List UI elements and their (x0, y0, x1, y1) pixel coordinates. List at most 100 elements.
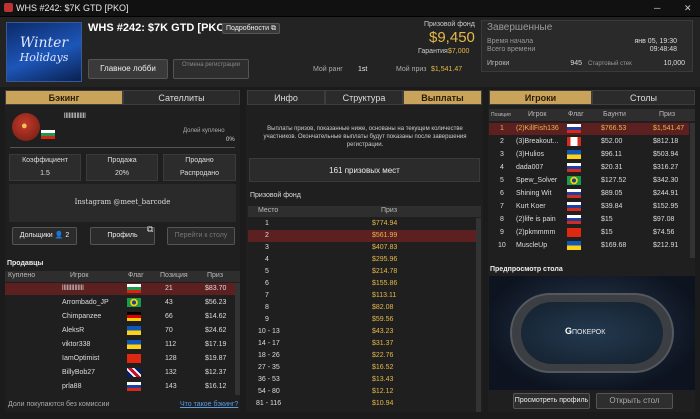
column-header[interactable]: Игрок (70, 272, 88, 279)
column-header[interactable]: Баунти (603, 111, 626, 118)
column-header[interactable]: Флаг (568, 111, 584, 118)
column-header[interactable]: Игрок (528, 111, 546, 118)
position-cell: 70 (165, 327, 173, 334)
table-row[interactable]: 8 (2)life is pain $15 $97.08 (489, 214, 689, 226)
column-header[interactable]: Место (258, 207, 278, 214)
table-row[interactable]: Chimpanzee 66 $14.62 (5, 311, 235, 323)
stat-label: Продано (185, 157, 214, 164)
details-label: Подробности (226, 25, 270, 32)
table-row[interactable]: 6 Shining Wit $89.05 $244.91 (489, 188, 689, 200)
player-cell: (2)KillFish136 (516, 125, 559, 132)
tab-backing[interactable]: Бэкинг (5, 90, 123, 105)
table-row[interactable]: 9 (2)pkmmmm $15 $74.56 (489, 227, 689, 239)
sellers-header (5, 271, 240, 282)
status-state: Завершенные (487, 22, 553, 33)
payout-cell: $31.37 (372, 340, 394, 347)
prize-cell: $19.87 (205, 355, 227, 362)
table-row[interactable]: prla88 143 $16.12 (5, 381, 235, 393)
table-row[interactable]: 3 (3)Hulios $96.11 $503.94 (489, 149, 689, 161)
gg-logo-icon: G (565, 326, 573, 336)
table-row[interactable]: llllllllllllll 21 $83.70 (5, 283, 235, 295)
place-cell: 6 (265, 280, 269, 287)
player-cell: (3)Breakout... (516, 138, 559, 145)
position-cell: 132 (165, 369, 177, 376)
players-value: 945 (570, 60, 582, 67)
tab-tables[interactable]: Столы (592, 90, 695, 105)
scrollbar[interactable] (235, 283, 240, 395)
flag-icon (127, 368, 141, 377)
flag-icon (567, 137, 581, 146)
view-profile-button[interactable]: Просмотреть профиль (513, 393, 590, 409)
table-row[interactable]: 1 (2)KillFish136 $766.53 $1,541.47 (489, 123, 689, 135)
goto-table-button[interactable]: Перейти к столу (167, 227, 235, 245)
table-row[interactable]: AleksR 70 $24.62 (5, 325, 235, 337)
bought-value: 0% (226, 137, 235, 143)
bounty-cell: $89.05 (601, 190, 623, 197)
table-row[interactable]: viktor338 112 $17.19 (5, 339, 235, 351)
backing-note: Instagram @meet_barcode (74, 198, 171, 206)
column-header[interactable]: Позиция (160, 272, 188, 279)
table-row: 54 - 80 $12.12 (248, 386, 476, 398)
place-cell: 9 (265, 316, 269, 323)
scrollbar[interactable] (476, 218, 481, 412)
payout-cell: $113.11 (372, 292, 397, 299)
table-row[interactable]: 10 MuscleUp $169.68 $212.91 (489, 240, 689, 252)
scrollbar[interactable] (690, 123, 695, 258)
profile-button[interactable]: Профиль (90, 227, 155, 245)
flag-icon (127, 312, 141, 321)
table-row[interactable]: Arrombado_JP 43 $56.23 (5, 297, 235, 309)
tournament-name: WHS #242: $7K GTD [PKO] (88, 22, 229, 34)
column-header[interactable]: Приз (381, 207, 397, 214)
table-row: 18 - 26 $22.76 (248, 350, 476, 362)
table-row: 4 $295.96 (248, 254, 476, 266)
table-row[interactable]: IamOptimist 128 $19.87 (5, 353, 235, 365)
my-rank-label: Мой ранг (313, 66, 343, 73)
table-row[interactable]: 4 dada007 $20.31 $316.27 (489, 162, 689, 174)
table-row[interactable]: 7 Kurt Koer $39.84 $152.95 (489, 201, 689, 213)
table-row[interactable]: 2 (3)Breakout... $52.00 $812.18 (489, 136, 689, 148)
table-row: 1 $774.94 (248, 218, 476, 230)
tab-payouts[interactable]: Выплаты (403, 90, 482, 105)
stat-label: Коэффициент (22, 157, 68, 164)
flag-icon (567, 228, 581, 237)
table-row: 81 - 116 $10.94 (248, 398, 476, 410)
column-header[interactable]: Флаг (128, 272, 144, 279)
table-row: 2 $561.99 (248, 230, 476, 242)
column-header[interactable]: Позиция (491, 112, 511, 118)
flag-icon (567, 241, 581, 250)
payout-cell: $407.83 (372, 244, 398, 251)
player-cell: (2)life is pain (516, 216, 556, 223)
flag-icon (127, 382, 141, 391)
tab-info[interactable]: Инфо (247, 90, 325, 105)
table-row[interactable]: 5 Spew_Solver $127.52 $342.30 (489, 175, 689, 187)
elapsed-label: Всего времени (487, 46, 536, 53)
cancel-registration-button[interactable]: Отмена регистрации (173, 59, 249, 79)
open-table-button[interactable]: Открыть стол (596, 393, 673, 409)
main-lobby-button[interactable]: Главное лобби (88, 59, 168, 79)
column-header[interactable]: Приз (207, 272, 223, 279)
shareholders-button[interactable]: Дольщики 👤 2 (12, 227, 77, 245)
table-row: 6 $155.86 (248, 278, 476, 290)
place-cell: 1 (265, 220, 269, 227)
close-icon[interactable]: ✕ (684, 3, 692, 14)
details-button[interactable]: Подробности ⧉ (222, 23, 280, 34)
column-header[interactable]: Приз (659, 111, 675, 118)
prize-cell: $83.70 (205, 285, 227, 292)
tournament-logo: Winter Holidays (6, 22, 82, 82)
what-is-backing-link[interactable]: Что такое бэкинг? (180, 401, 238, 408)
external-link-icon: ⧉ (147, 224, 154, 234)
player-cell: IamOptimist (62, 355, 100, 362)
flag-icon (41, 130, 55, 139)
tab-structure[interactable]: Структура (325, 90, 403, 105)
stat-value: Распродано (180, 170, 219, 177)
tab-satellites[interactable]: Сателлиты (123, 90, 240, 105)
logo-text: Winter (19, 35, 69, 51)
payout-cell: $295.96 (372, 256, 398, 263)
player-cell: prla88 (62, 383, 82, 390)
column-header[interactable]: Куплено (8, 272, 35, 279)
player-cell: Spew_Solver (516, 177, 558, 184)
minimize-icon[interactable]: ─ (654, 3, 660, 13)
place-cell: 81 - 116 (256, 400, 282, 407)
tab-players[interactable]: Игроки (489, 90, 592, 105)
table-row[interactable]: BillyBob27 132 $12.37 (5, 367, 235, 379)
